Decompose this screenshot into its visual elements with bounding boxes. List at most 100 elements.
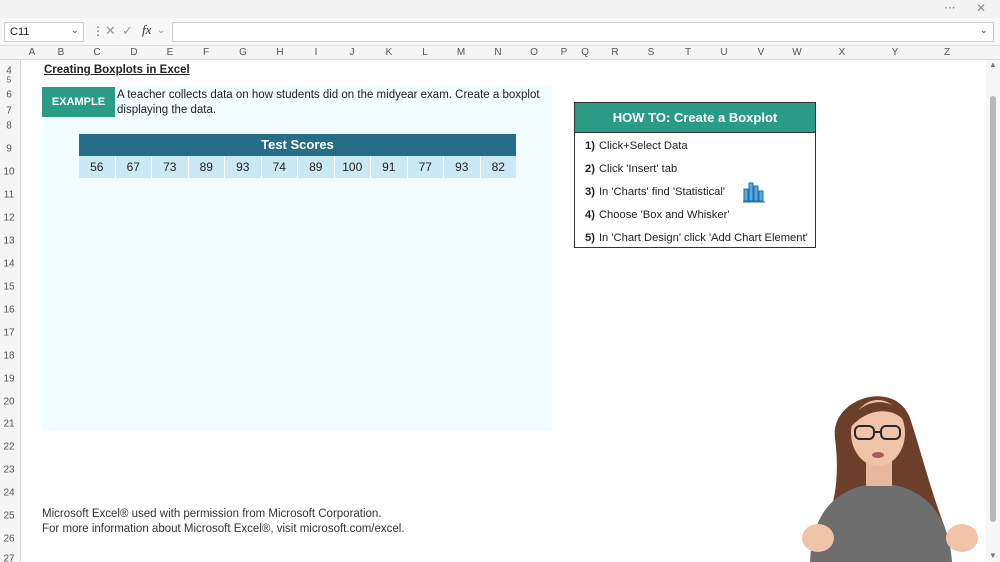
column-header[interactable]: G bbox=[239, 47, 247, 58]
window-title-bar: ··· ✕ bbox=[0, 0, 1000, 18]
howto-title: HOW TO: Create a Boxplot bbox=[575, 103, 815, 133]
row-header[interactable]: 8 bbox=[0, 121, 18, 132]
score-cell[interactable]: 77 bbox=[407, 156, 444, 178]
column-header[interactable]: P bbox=[561, 47, 568, 58]
row-header[interactable]: 10 bbox=[0, 167, 18, 178]
step-text: Click+Select Data bbox=[598, 140, 688, 152]
row-header[interactable]: 23 bbox=[0, 465, 18, 476]
row-header[interactable]: 26 bbox=[0, 534, 18, 545]
score-cell[interactable]: 93 bbox=[225, 156, 262, 178]
name-box-value: C11 bbox=[10, 26, 30, 38]
score-cell[interactable]: 100 bbox=[334, 156, 371, 178]
score-cell[interactable]: 67 bbox=[115, 156, 152, 178]
column-header-bar: A B C D E F G H I J K L M N O P Q R S T … bbox=[0, 46, 1000, 60]
column-header[interactable]: Z bbox=[944, 47, 950, 58]
sheet-title: Creating Boxplots in Excel bbox=[44, 64, 190, 76]
step-text: Choose 'Box and Whisker' bbox=[598, 209, 730, 221]
row-header[interactable]: 15 bbox=[0, 282, 18, 293]
column-header[interactable]: F bbox=[203, 47, 209, 58]
row-header[interactable]: 24 bbox=[0, 488, 18, 499]
howto-step: 2) Click 'Insert' tab bbox=[585, 163, 677, 175]
step-number: 3) bbox=[585, 186, 595, 198]
row-header[interactable]: 25 bbox=[0, 511, 18, 522]
row-header[interactable]: 14 bbox=[0, 259, 18, 270]
column-header[interactable]: S bbox=[648, 47, 655, 58]
expand-formula-icon[interactable]: ⌄ bbox=[980, 25, 988, 36]
footer-permission: Microsoft Excel® used with permission fr… bbox=[42, 508, 382, 520]
score-cell[interactable]: 74 bbox=[261, 156, 298, 178]
scroll-up-icon[interactable]: ▲ bbox=[989, 60, 997, 69]
step-number: 5) bbox=[585, 232, 595, 244]
score-cell[interactable]: 73 bbox=[152, 156, 189, 178]
column-header[interactable]: B bbox=[58, 47, 65, 58]
confirm-icon[interactable]: ✓ bbox=[122, 23, 133, 39]
row-header[interactable]: 19 bbox=[0, 374, 18, 385]
step-text: Click 'Insert' tab bbox=[598, 163, 678, 175]
presenter-video bbox=[802, 396, 978, 562]
row-header[interactable]: 20 bbox=[0, 397, 18, 408]
row-header[interactable]: 11 bbox=[0, 190, 18, 201]
scroll-down-icon[interactable]: ▼ bbox=[989, 551, 997, 560]
scrollbar-thumb[interactable] bbox=[990, 96, 996, 522]
step-number: 2) bbox=[585, 163, 595, 175]
example-badge: EXAMPLE bbox=[42, 87, 115, 117]
column-header[interactable]: U bbox=[720, 47, 727, 58]
howto-step: 3) In 'Charts' find 'Statistical' bbox=[585, 186, 725, 198]
column-header[interactable]: V bbox=[758, 47, 765, 58]
column-header[interactable]: Q bbox=[581, 47, 589, 58]
column-header[interactable]: L bbox=[422, 47, 428, 58]
score-cell[interactable]: 56 bbox=[79, 156, 116, 178]
close-icon[interactable]: ✕ bbox=[976, 1, 986, 15]
column-header[interactable]: T bbox=[685, 47, 691, 58]
column-header[interactable]: D bbox=[130, 47, 137, 58]
more-options-icon[interactable]: ··· bbox=[944, 1, 955, 15]
column-header[interactable]: E bbox=[167, 47, 174, 58]
step-text: In 'Chart Design' click 'Add Chart Eleme… bbox=[598, 232, 808, 244]
row-header[interactable]: 5 bbox=[0, 76, 18, 85]
row-header[interactable]: 27 bbox=[0, 554, 18, 562]
row-header[interactable]: 16 bbox=[0, 305, 18, 316]
score-cell[interactable]: 91 bbox=[371, 156, 408, 178]
chevron-down-icon[interactable]: ⌄ bbox=[71, 25, 79, 36]
column-header[interactable]: Y bbox=[892, 47, 899, 58]
column-header[interactable]: K bbox=[386, 47, 393, 58]
row-header[interactable]: 7 bbox=[0, 106, 18, 117]
step-number: 1) bbox=[585, 140, 595, 152]
column-header[interactable]: A bbox=[29, 47, 36, 58]
column-header[interactable]: M bbox=[457, 47, 465, 58]
howto-box: HOW TO: Create a Boxplot 1) Click+Select … bbox=[574, 102, 816, 248]
column-header[interactable]: O bbox=[530, 47, 538, 58]
example-text: A teacher collects data on how students … bbox=[117, 89, 540, 116]
score-cell[interactable]: 93 bbox=[444, 156, 481, 178]
row-header[interactable]: 21 bbox=[0, 419, 18, 430]
formula-input[interactable]: ⌄ bbox=[172, 22, 994, 42]
column-header[interactable]: W bbox=[792, 47, 801, 58]
table-title[interactable]: Test Scores bbox=[79, 134, 516, 156]
column-header[interactable]: R bbox=[611, 47, 618, 58]
score-cell[interactable]: 89 bbox=[298, 156, 335, 178]
column-header[interactable]: C bbox=[93, 47, 100, 58]
column-header[interactable]: X bbox=[839, 47, 846, 58]
insert-function-button[interactable]: fx bbox=[142, 22, 151, 38]
cancel-icon[interactable]: ✕ bbox=[105, 23, 116, 39]
score-cell[interactable]: 82 bbox=[480, 156, 516, 178]
row-header[interactable]: 17 bbox=[0, 328, 18, 339]
row-header[interactable]: 18 bbox=[0, 351, 18, 362]
column-header[interactable]: I bbox=[315, 47, 318, 58]
step-number: 4) bbox=[585, 209, 595, 221]
name-box[interactable]: C11 ⌄ bbox=[4, 22, 84, 42]
more-vertical-icon[interactable]: ⋮ bbox=[92, 24, 104, 38]
row-header[interactable]: 12 bbox=[0, 213, 18, 224]
row-header[interactable]: 13 bbox=[0, 236, 18, 247]
row-header[interactable]: 9 bbox=[0, 144, 18, 155]
score-cell[interactable]: 89 bbox=[188, 156, 225, 178]
column-header[interactable]: J bbox=[350, 47, 355, 58]
column-header[interactable]: N bbox=[494, 47, 501, 58]
row-header[interactable]: 6 bbox=[0, 90, 18, 101]
row-header[interactable]: 22 bbox=[0, 442, 18, 453]
test-scores-table: Test Scores 56 67 73 89 93 74 89 100 91 … bbox=[79, 134, 516, 178]
function-dropdown-icon[interactable]: ⌄ bbox=[157, 25, 165, 36]
column-header[interactable]: H bbox=[276, 47, 283, 58]
row-header-bar: 4 5 6 7 8 9 10 11 12 13 14 15 16 17 18 1… bbox=[0, 60, 21, 562]
table-row: 56 67 73 89 93 74 89 100 91 77 93 82 bbox=[79, 156, 516, 178]
